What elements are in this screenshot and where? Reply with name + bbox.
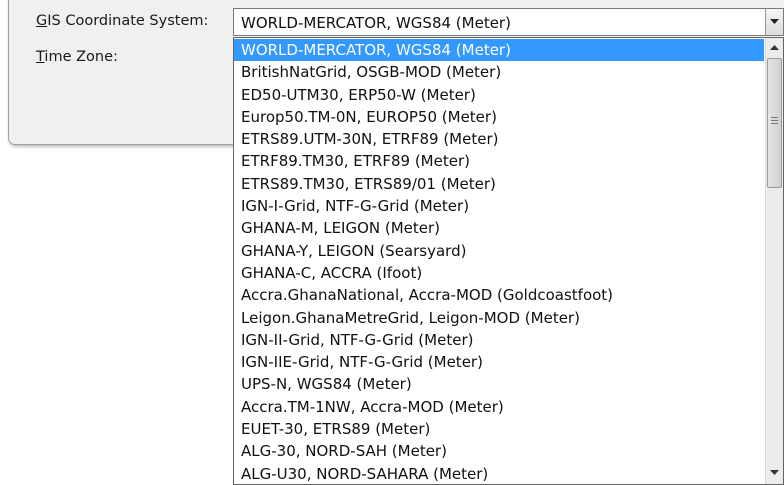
scroll-up-button[interactable] [766, 40, 783, 57]
list-item[interactable]: Leigon.GhanaMetreGrid, Leigon-MOD (Meter… [234, 307, 764, 329]
list-item[interactable]: Accra.GhanaNational, Accra-MOD (Goldcoas… [234, 284, 764, 306]
list-item[interactable]: ETRS89.TM30, ETRS89/01 (Meter) [234, 173, 764, 195]
list-item[interactable]: ETRS89.UTM-30N, ETRF89 (Meter) [234, 128, 764, 150]
options-list: WORLD-MERCATOR, WGS84 (Meter) BritishNatG… [234, 39, 764, 484]
chevron-down-icon [770, 470, 779, 475]
chevron-down-icon [770, 19, 779, 24]
list-item[interactable]: ALG-U30, NORD-SAHARA (Meter) [234, 463, 764, 484]
list-item[interactable]: EUET-30, ETRS89 (Meter) [234, 418, 764, 440]
vertical-scrollbar[interactable] [765, 38, 783, 484]
list-item[interactable]: IGN-II-Grid, NTF-G-Grid (Meter) [234, 329, 764, 351]
list-item[interactable]: ED50-UTM30, ERP50-W (Meter) [234, 84, 764, 106]
combobox-dropdown-button[interactable] [765, 9, 783, 35]
gis-label-text: IS Coordinate System: [47, 13, 209, 29]
chevron-up-icon [770, 45, 779, 50]
list-item[interactable]: ETRF89.TM30, ETRF89 (Meter) [234, 150, 764, 172]
scroll-thumb[interactable] [767, 58, 782, 188]
grip-icon [771, 117, 778, 126]
tz-label-text: ime Zone: [44, 49, 118, 65]
combobox-selected-value: WORLD-MERCATOR, WGS84 (Meter) [241, 14, 511, 32]
list-item[interactable]: ALG-30, NORD-SAH (Meter) [234, 440, 764, 462]
list-item[interactable]: BritishNatGrid, OSGB-MOD (Meter) [234, 61, 764, 83]
list-item[interactable]: GHANA-C, ACCRA (Ifoot) [234, 262, 764, 284]
list-item[interactable]: WORLD-MERCATOR, WGS84 (Meter) [234, 39, 764, 62]
screen: GIS Coordinate System: Time Zone: WORLD-… [0, 0, 784, 485]
gis-coordinate-system-combobox[interactable]: WORLD-MERCATOR, WGS84 (Meter) [233, 8, 784, 36]
list-item[interactable]: GHANA-M, LEIGON (Meter) [234, 217, 764, 239]
gis-coordinate-system-label: GIS Coordinate System: [36, 13, 208, 29]
gis-label-accelerator: G [36, 13, 48, 29]
scroll-down-button[interactable] [766, 465, 783, 482]
list-item[interactable]: Europ50.TM-0N, EUROP50 (Meter) [234, 106, 764, 128]
time-zone-label: Time Zone: [36, 49, 118, 65]
list-item[interactable]: UPS-N, WGS84 (Meter) [234, 373, 764, 395]
list-item[interactable]: GHANA-Y, LEIGON (Searsyard) [234, 240, 764, 262]
list-item[interactable]: IGN-I-Grid, NTF-G-Grid (Meter) [234, 195, 764, 217]
list-item[interactable]: IGN-IIE-Grid, NTF-G-Grid (Meter) [234, 351, 764, 373]
coordinate-system-dropdown-list[interactable]: WORLD-MERCATOR, WGS84 (Meter) BritishNatG… [233, 37, 784, 485]
list-item[interactable]: Accra.TM-1NW, Accra-MOD (Meter) [234, 396, 764, 418]
